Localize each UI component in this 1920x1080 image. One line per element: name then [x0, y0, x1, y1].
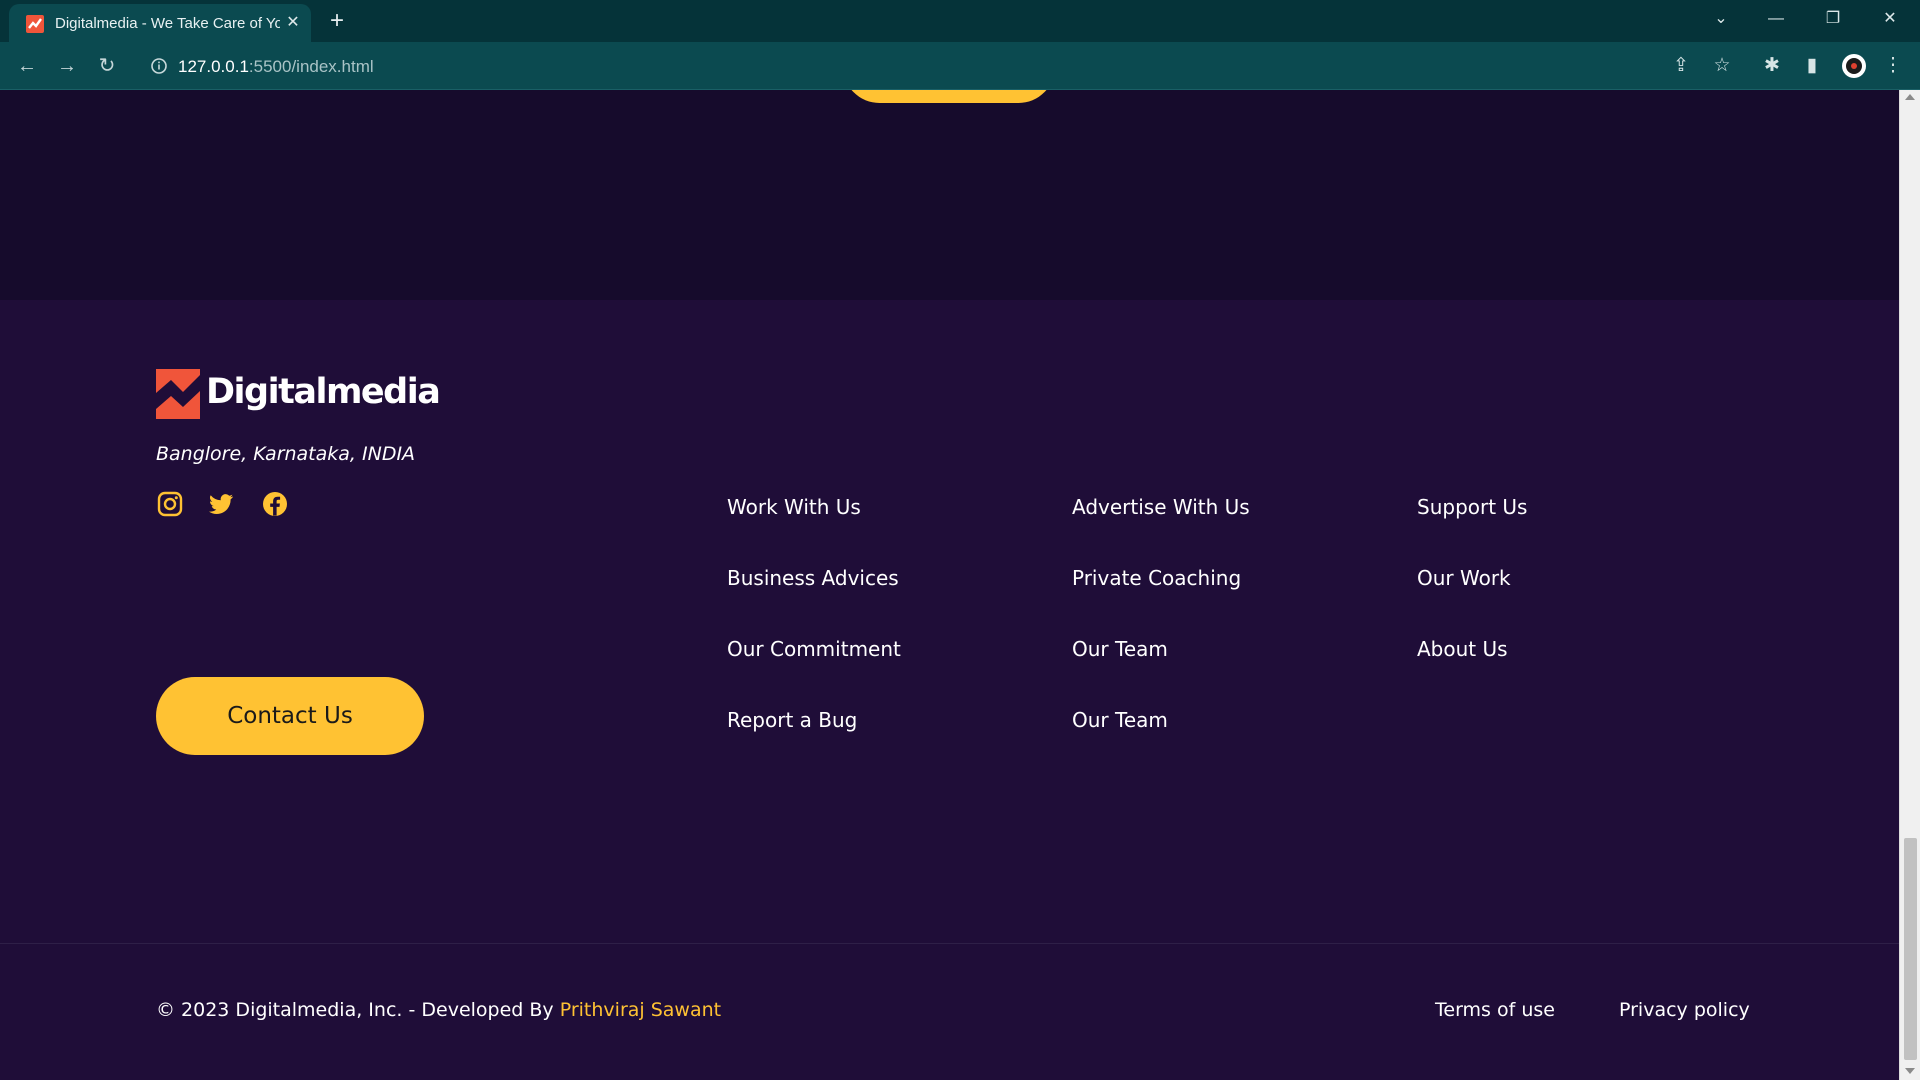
footer-link-our-team[interactable]: Our Team	[1072, 637, 1168, 661]
brand-name: Digitalmedia	[206, 372, 441, 412]
browser-tab[interactable]: Digitalmedia - We Take Care of Your ✕	[9, 4, 311, 42]
footer-link-our-work[interactable]: Our Work	[1417, 566, 1511, 590]
kebab-menu-icon[interactable]: ⋮	[1880, 53, 1906, 79]
tab-title: Digitalmedia - We Take Care of Your	[55, 15, 280, 32]
footer-link-private-coaching[interactable]: Private Coaching	[1072, 566, 1241, 590]
privacy-policy-link[interactable]: Privacy policy	[1619, 999, 1750, 1021]
url-text[interactable]: 127.0.0.1:5500/index.html	[178, 57, 374, 77]
star-icon[interactable]: ☆	[1709, 53, 1735, 79]
url-host: 127.0.0.1	[178, 57, 249, 76]
forward-icon[interactable]: →	[53, 52, 81, 80]
footer-link-support-us[interactable]: Support Us	[1417, 495, 1527, 519]
scroll-down-arrow-icon[interactable]	[1905, 1068, 1915, 1074]
browser-toolbar: ← → ↻ 127.0.0.1:5500/index.html ⇪ ☆ ✱ ▮ …	[0, 42, 1920, 90]
site-info-icon[interactable]	[150, 57, 168, 75]
tab-search-chevron-icon[interactable]: ⌄	[1701, 6, 1741, 32]
page-viewport: Digitalmedia Banglore, Karnataka, INDIA …	[0, 90, 1920, 1080]
footer-link-business-advices[interactable]: Business Advices	[727, 566, 899, 590]
reload-icon[interactable]: ↻	[93, 52, 121, 80]
footer-divider	[0, 943, 1899, 944]
back-icon[interactable]: ←	[13, 52, 41, 80]
extensions-icon[interactable]: ✱	[1759, 53, 1785, 79]
company-location: Banglore, Karnataka, INDIA	[156, 443, 416, 465]
restore-icon[interactable]: ❐	[1813, 6, 1853, 32]
close-window-icon[interactable]: ✕	[1870, 6, 1910, 32]
section-cta-button[interactable]	[843, 90, 1055, 103]
new-tab-icon[interactable]: +	[324, 8, 350, 34]
scrollbar-thumb[interactable]	[1904, 838, 1917, 1060]
footer-link-about-us[interactable]: About Us	[1417, 637, 1508, 661]
facebook-icon[interactable]	[261, 490, 289, 518]
instagram-icon[interactable]	[156, 490, 184, 518]
footer-link-our-commitment[interactable]: Our Commitment	[727, 637, 901, 661]
twitter-icon[interactable]	[207, 490, 235, 518]
terms-of-use-link[interactable]: Terms of use	[1435, 999, 1555, 1021]
tab-close-icon[interactable]: ✕	[283, 13, 303, 33]
contact-us-button[interactable]: Contact Us	[156, 677, 424, 755]
previous-section	[0, 90, 1899, 300]
footer-link-our-team-2[interactable]: Our Team	[1072, 708, 1168, 732]
footer-link-report-a-bug[interactable]: Report a Bug	[727, 708, 857, 732]
share-icon[interactable]: ⇪	[1668, 53, 1694, 79]
copyright-text: © 2023 Digitalmedia, Inc. - Developed By…	[156, 999, 721, 1021]
digitalmedia-logo-icon	[156, 369, 200, 419]
footer-link-advertise-with-us[interactable]: Advertise With Us	[1072, 495, 1250, 519]
address-bar[interactable]: 127.0.0.1:5500/index.html	[136, 47, 1708, 85]
digitalmedia-favicon-icon	[26, 15, 44, 33]
footer-link-work-with-us[interactable]: Work With Us	[727, 495, 861, 519]
page-scrollbar[interactable]	[1899, 90, 1920, 1080]
minimize-icon[interactable]: —	[1756, 6, 1796, 32]
browser-tab-strip: Digitalmedia - We Take Care of Your ✕ + …	[0, 0, 1920, 42]
side-panel-icon[interactable]: ▮	[1799, 53, 1825, 79]
profile-icon[interactable]	[1840, 52, 1868, 80]
author-link[interactable]: Prithviraj Sawant	[560, 999, 721, 1021]
url-path: :5500/index.html	[248, 57, 374, 76]
copyright-label: © 2023 Digitalmedia, Inc. - Developed By	[156, 999, 560, 1021]
scroll-up-arrow-icon[interactable]	[1905, 94, 1915, 100]
